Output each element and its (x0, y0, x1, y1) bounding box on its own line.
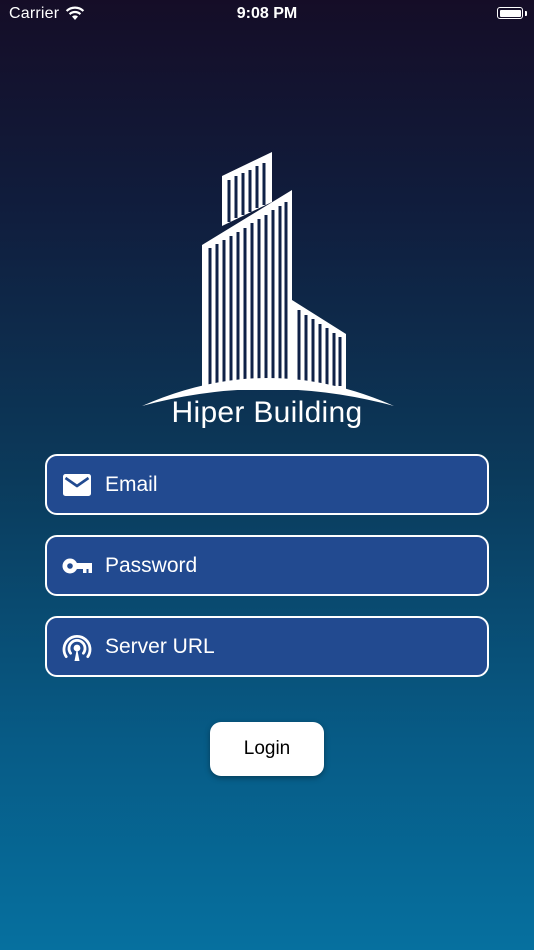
broadcast-icon (62, 635, 92, 661)
key-icon (62, 558, 92, 574)
mail-icon (63, 474, 91, 496)
battery-tip (525, 11, 527, 16)
password-field[interactable] (45, 535, 489, 596)
login-button[interactable]: Login (210, 722, 324, 776)
server-url-field[interactable] (45, 616, 489, 677)
password-input[interactable] (105, 537, 477, 594)
status-time: 9:08 PM (236, 5, 298, 22)
email-field[interactable] (45, 454, 489, 515)
status-bar: Carrier 9:08 PM (0, 0, 534, 28)
server-url-input[interactable] (105, 618, 477, 675)
email-input[interactable] (105, 456, 477, 513)
battery-icon (497, 7, 523, 19)
brand-name: Hiper Building (171, 396, 363, 429)
